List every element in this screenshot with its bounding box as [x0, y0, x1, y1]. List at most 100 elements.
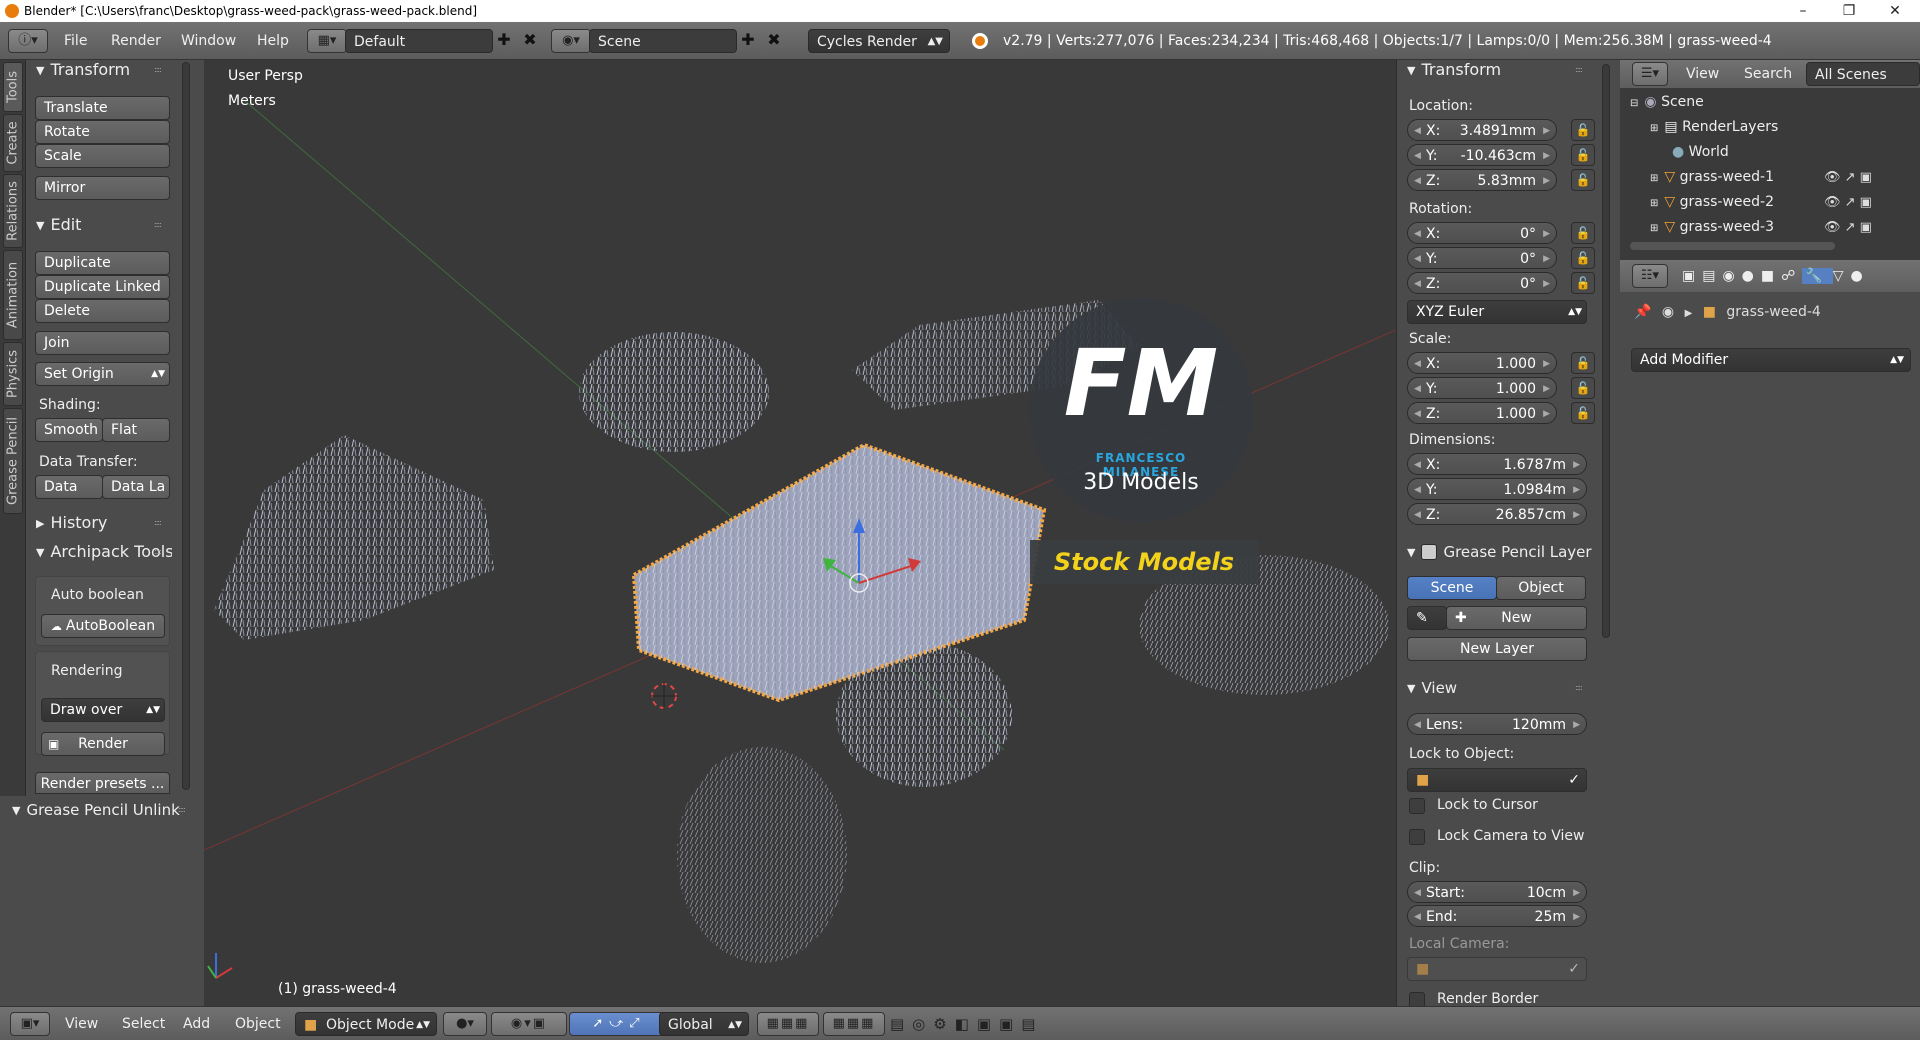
- menu-render[interactable]: Render: [111, 22, 161, 60]
- lens-field[interactable]: ◀ Lens: 120mm ▶: [1407, 713, 1587, 735]
- close-icon[interactable]: ✕: [1872, 0, 1918, 22]
- outliner-row-grass-weed-1[interactable]: ⊞ ▽ grass-weed-1: [1650, 165, 1774, 189]
- location-y-field[interactable]: ◀ Y: -10.463cm ▶: [1407, 144, 1557, 166]
- lock-scale-x-icon[interactable]: 🔓: [1571, 352, 1595, 374]
- lock-camera-checkbox[interactable]: [1409, 829, 1425, 845]
- add-modifier-dropdown[interactable]: Add Modifier ▲▼: [1631, 348, 1911, 372]
- gp-source-scene-button[interactable]: Scene: [1407, 576, 1497, 600]
- scale-z-field[interactable]: ◀ Z: 1.000 ▶: [1407, 402, 1557, 424]
- layers-grid-a[interactable]: ▦▦▦: [757, 1012, 819, 1036]
- visibility-eye-icon[interactable]: 👁 ↗ ▣: [1824, 165, 1894, 190]
- archipack-panel-header[interactable]: ▼ Archipack Tools: [36, 540, 172, 564]
- 3d-viewport[interactable]: User Persp Meters (1) grass-weed-4 FM FR…: [204, 60, 1396, 1006]
- lock-scale-y-icon[interactable]: 🔓: [1571, 377, 1595, 399]
- panel-grip-icon[interactable]: ::::: [154, 213, 170, 237]
- tab-animation[interactable]: Animation: [3, 250, 23, 340]
- tab-relations[interactable]: Relations: [3, 174, 23, 248]
- minimize-icon[interactable]: –: [1780, 0, 1826, 22]
- rotation-y-field[interactable]: ◀ Y: 0° ▶: [1407, 247, 1557, 269]
- expand-icon[interactable]: ⊞: [1650, 123, 1658, 134]
- visibility-eye-icon[interactable]: 👁 ↗ ▣: [1824, 215, 1894, 240]
- mirror-button[interactable]: Mirror: [35, 176, 170, 200]
- data-layout-transfer-button[interactable]: Data La: [102, 475, 170, 499]
- grease-pencil-layer-header[interactable]: ▼ Grease Pencil Layer: [1407, 540, 1593, 564]
- lock-object-field[interactable]: ■ ✓: [1407, 768, 1587, 792]
- outliner-row-scene[interactable]: ⊟ ◉ Scene: [1630, 90, 1910, 114]
- scale-x-field[interactable]: ◀ X: 1.000 ▶: [1407, 352, 1557, 374]
- menu-add[interactable]: Add: [183, 1007, 210, 1040]
- dimension-x-field[interactable]: ◀ X: 1.6787m ▶: [1407, 453, 1587, 475]
- autoboolean-button[interactable]: ☁ AutoBoolean: [41, 614, 165, 638]
- collapse-icon[interactable]: ⊟: [1630, 98, 1638, 109]
- duplicate-button[interactable]: Duplicate: [35, 251, 170, 275]
- tab-create[interactable]: Create: [3, 114, 23, 172]
- gp-source-object-button[interactable]: Object: [1496, 576, 1586, 600]
- menu-window[interactable]: Window: [181, 22, 236, 60]
- location-x-field[interactable]: ◀ X: 3.4891mm ▶: [1407, 119, 1557, 141]
- local-camera-field[interactable]: ■ ✓: [1407, 957, 1587, 981]
- properties-editor-type-icon[interactable]: ☷▾: [1632, 264, 1668, 288]
- clip-end-field[interactable]: ◀ End: 25m ▶: [1407, 905, 1587, 927]
- draw-over-dropdown[interactable]: Draw over ▲▼: [41, 698, 165, 722]
- set-origin-dropdown[interactable]: Set Origin ▲▼: [35, 362, 170, 386]
- screen-layout-icon[interactable]: ▦▾: [307, 29, 347, 53]
- menu-help[interactable]: Help: [257, 22, 289, 60]
- grease-pencil-unlink-header[interactable]: ▼ Grease Pencil Unlink: [12, 798, 180, 822]
- remove-scene-icon[interactable]: ✖: [763, 30, 785, 52]
- clip-start-field[interactable]: ◀ Start: 10cm ▶: [1407, 881, 1587, 903]
- outliner-display-mode[interactable]: All Scenes: [1806, 62, 1920, 86]
- view-npanel-header[interactable]: ▼ View: [1407, 676, 1457, 700]
- location-z-field[interactable]: ◀ Z: 5.83mm ▶: [1407, 169, 1557, 191]
- lock-rotation-y-icon[interactable]: 🔓: [1571, 247, 1595, 269]
- panel-grip-icon[interactable]: ::::: [178, 798, 194, 822]
- pivot-and-manipulator-icons[interactable]: ◉▾▣: [491, 1012, 567, 1036]
- menu-view[interactable]: View: [65, 1007, 98, 1040]
- duplicate-linked-button[interactable]: Duplicate Linked: [35, 275, 170, 299]
- rotate-button[interactable]: Rotate: [35, 120, 170, 144]
- transform-manipulator-icons[interactable]: ➚⤻⤢: [569, 1012, 669, 1036]
- panel-grip-icon[interactable]: ::::: [154, 511, 170, 535]
- rotation-mode-dropdown[interactable]: XYZ Euler ▲▼: [1407, 300, 1587, 324]
- outliner-row-renderlayers[interactable]: ⊞ ▤ RenderLayers: [1650, 115, 1778, 139]
- smooth-button[interactable]: Smooth: [35, 418, 103, 442]
- panel-grip-icon[interactable]: ::::: [154, 58, 170, 82]
- outliner-row-grass-weed-3[interactable]: ⊞ ▽ grass-weed-3: [1650, 215, 1774, 239]
- gp-new-layer-button[interactable]: New Layer: [1407, 637, 1587, 661]
- outliner-scrollbar[interactable]: [1630, 242, 1835, 250]
- layers-grid-b[interactable]: ▦▦▦: [823, 1012, 885, 1036]
- rotation-x-field[interactable]: ◀ X: 0° ▶: [1407, 222, 1557, 244]
- lock-scale-z-icon[interactable]: 🔓: [1571, 402, 1595, 424]
- lock-location-z-icon[interactable]: 🔓: [1571, 169, 1595, 191]
- 3d-view-editor-type-icon[interactable]: ▣▾: [10, 1012, 50, 1036]
- lock-location-y-icon[interactable]: 🔓: [1571, 144, 1595, 166]
- grass-weed-clump[interactable]: [677, 747, 847, 963]
- add-scene-icon[interactable]: ✚: [737, 30, 759, 52]
- history-panel-header[interactable]: ▶ History: [36, 511, 107, 535]
- panel-grip-icon[interactable]: ::::: [1575, 676, 1591, 700]
- grass-weed-clump[interactable]: [836, 643, 1012, 787]
- rotation-z-field[interactable]: ◀ Z: 0° ▶: [1407, 272, 1557, 294]
- screen-layout-field[interactable]: Default: [345, 29, 493, 53]
- viewport-shading-icon[interactable]: ●▾: [443, 1012, 487, 1036]
- grease-pencil-layer-checkbox[interactable]: [1421, 544, 1438, 560]
- expand-icon[interactable]: ⊞: [1650, 173, 1658, 184]
- transform-orientation-dropdown[interactable]: Global ▲▼: [659, 1012, 749, 1036]
- scale-button[interactable]: Scale: [35, 144, 170, 168]
- scene-field[interactable]: Scene: [589, 29, 737, 53]
- menu-object[interactable]: Object: [235, 1007, 281, 1040]
- outliner-row-grass-weed-2[interactable]: ⊞ ▽ grass-weed-2: [1650, 190, 1774, 214]
- gp-new-button[interactable]: ✚ New: [1446, 606, 1587, 630]
- data-transfer-button[interactable]: Data: [35, 475, 103, 499]
- render-engine-dropdown[interactable]: Cycles Render ▲▼: [808, 29, 950, 53]
- scene-browse-icon[interactable]: ◉▾: [551, 29, 591, 53]
- translate-button[interactable]: Translate: [35, 96, 170, 120]
- expand-icon[interactable]: ⊞: [1650, 198, 1658, 209]
- outliner-editor-type-icon[interactable]: ☰▾: [1632, 62, 1668, 86]
- tab-grease-pencil[interactable]: Grease Pencil: [3, 408, 23, 514]
- toolshelf-scrollbar[interactable]: [182, 62, 190, 790]
- maximize-icon[interactable]: ❐: [1826, 0, 1872, 22]
- transform-npanel-header[interactable]: ▼ Transform: [1407, 58, 1501, 82]
- render-button[interactable]: ▣ Render: [41, 732, 165, 756]
- modifier-wrench-icon[interactable]: 🔧: [1802, 268, 1833, 284]
- transform-panel-header[interactable]: ▼ Transform: [36, 58, 130, 82]
